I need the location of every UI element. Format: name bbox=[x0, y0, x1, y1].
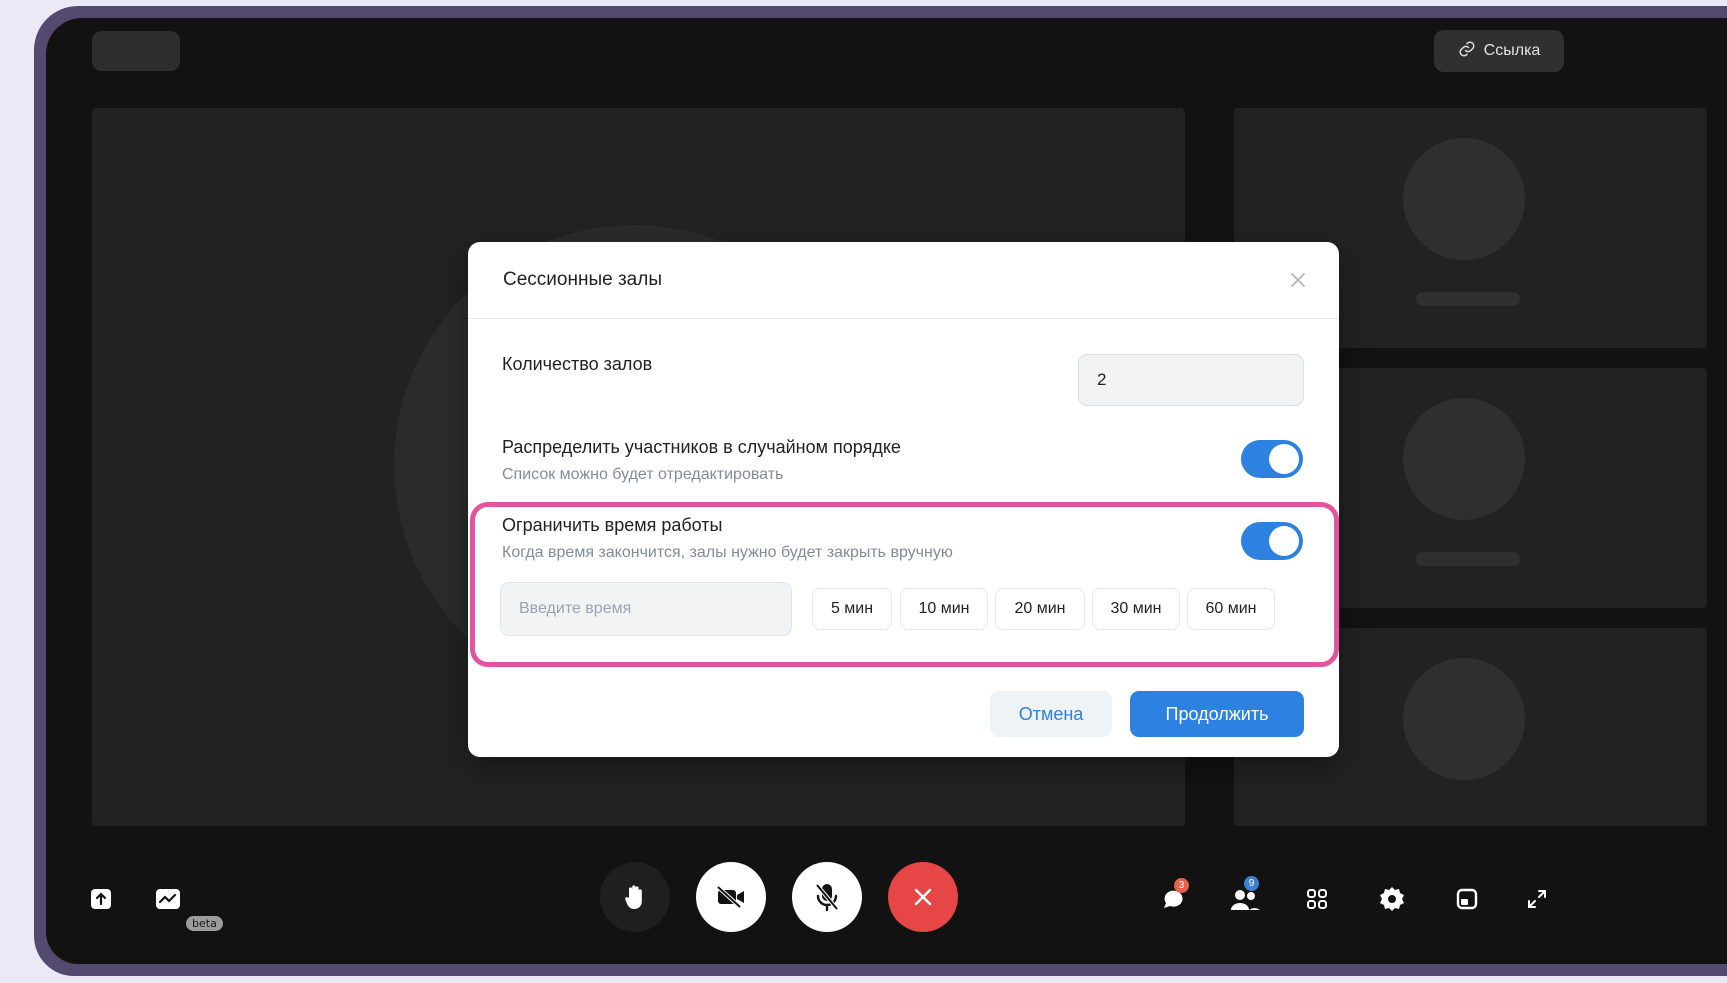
call-controls-bar: beta 3 9 bbox=[46, 848, 1727, 944]
dialog-close-button[interactable] bbox=[1287, 269, 1309, 291]
time-input[interactable]: Введите время bbox=[500, 582, 792, 636]
time-option-10[interactable]: 10 мин bbox=[900, 588, 988, 630]
participants-badge: 9 bbox=[1244, 876, 1259, 891]
fullscreen-button[interactable] bbox=[1524, 886, 1550, 912]
dialog-title: Сессионные залы bbox=[503, 269, 662, 290]
breakout-rooms-dialog: Сессионные залы Количество залов 2 Распр… bbox=[468, 242, 1339, 757]
end-call-button[interactable] bbox=[888, 862, 958, 932]
participant-avatar-placeholder bbox=[1403, 398, 1525, 520]
rooms-count-input[interactable]: 2 bbox=[1078, 354, 1304, 406]
time-limit-row: Ограничить время работы Когда время зако… bbox=[502, 515, 953, 562]
expand-icon bbox=[1528, 890, 1546, 908]
camera-off-icon bbox=[716, 885, 744, 909]
participant-avatar-placeholder bbox=[1403, 658, 1525, 780]
copy-link-button[interactable]: Ссылка bbox=[1434, 30, 1564, 72]
time-option-5[interactable]: 5 мин bbox=[812, 588, 892, 630]
whiteboard-icon bbox=[156, 889, 180, 909]
copy-link-label: Ссылка bbox=[1483, 42, 1541, 59]
share-screen-button[interactable] bbox=[88, 886, 114, 912]
link-icon bbox=[1458, 40, 1476, 63]
random-distribution-toggle[interactable] bbox=[1241, 440, 1303, 478]
rooms-count-label: Количество залов bbox=[502, 354, 653, 374]
microphone-toggle-button[interactable] bbox=[792, 862, 862, 932]
participant-avatar-placeholder bbox=[1403, 138, 1525, 260]
close-icon bbox=[914, 888, 932, 906]
random-distribution-hint: Список можно будет отредактировать bbox=[502, 466, 784, 483]
participants-icon bbox=[1231, 890, 1260, 910]
time-limit-label: Ограничить время работы bbox=[502, 515, 723, 535]
camera-toggle-button[interactable] bbox=[696, 862, 766, 932]
time-option-30[interactable]: 30 мин bbox=[1092, 588, 1180, 630]
hand-icon bbox=[625, 885, 642, 909]
time-option-60[interactable]: 60 мин bbox=[1187, 588, 1275, 630]
layout-grid-button[interactable] bbox=[1304, 886, 1330, 912]
time-option-20[interactable]: 20 мин bbox=[995, 588, 1085, 630]
pip-icon bbox=[1456, 888, 1478, 910]
time-limit-hint: Когда время закончится, залы нужно будет… bbox=[502, 544, 953, 561]
random-distribution-row: Распределить участников в случайном поря… bbox=[502, 437, 901, 484]
whiteboard-button[interactable] bbox=[154, 886, 184, 912]
microphone-off-icon bbox=[815, 883, 839, 912]
cancel-button[interactable]: Отмена bbox=[990, 691, 1112, 737]
participant-name-placeholder bbox=[1416, 292, 1520, 306]
continue-button[interactable]: Продолжить bbox=[1130, 691, 1304, 737]
upload-icon bbox=[91, 889, 111, 909]
grid-icon bbox=[1307, 889, 1327, 909]
chat-badge: 3 bbox=[1174, 878, 1189, 893]
time-limit-toggle[interactable] bbox=[1241, 522, 1303, 560]
gear-icon bbox=[1380, 887, 1404, 911]
settings-button[interactable] bbox=[1378, 885, 1406, 913]
random-distribution-label: Распределить участников в случайном поря… bbox=[502, 437, 901, 457]
beta-badge: beta bbox=[186, 916, 223, 931]
participant-name-placeholder bbox=[1416, 552, 1520, 566]
raise-hand-button[interactable] bbox=[600, 862, 670, 932]
close-icon bbox=[1291, 273, 1305, 287]
conference-title-placeholder bbox=[92, 31, 180, 71]
dialog-header: Сессионные залы bbox=[468, 242, 1339, 319]
picture-in-picture-button[interactable] bbox=[1454, 886, 1480, 912]
